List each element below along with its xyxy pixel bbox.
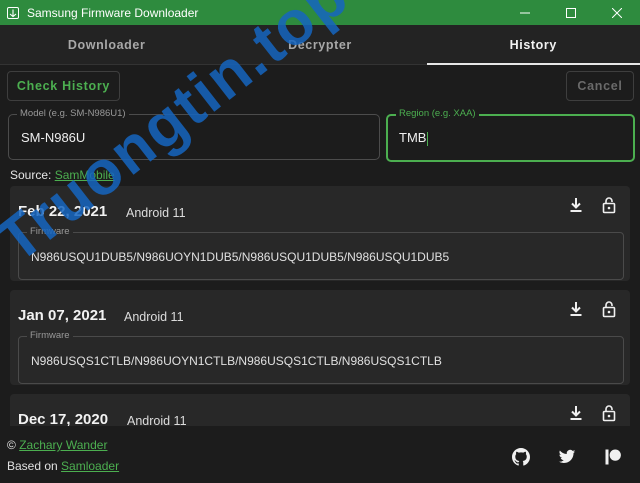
close-button[interactable]: [594, 0, 640, 25]
download-icon[interactable]: [567, 300, 585, 318]
android-version: Android 11: [127, 414, 187, 426]
twitter-icon[interactable]: [558, 448, 576, 466]
release-date: Dec 17, 2020: [18, 411, 109, 426]
based-on-line: Based on Samloader: [7, 459, 119, 473]
minimize-button[interactable]: [502, 0, 548, 25]
cancel-button[interactable]: Cancel: [566, 71, 634, 101]
window-title: Samsung Firmware Downloader: [27, 5, 199, 20]
text-caret: [427, 131, 429, 146]
firmware-field: Firmware N986USQU1DUB5/N986UOYN1DUB5/N98…: [18, 226, 624, 280]
firmware-label: Firmware: [27, 226, 73, 237]
decrypt-lock-icon[interactable]: [600, 300, 618, 318]
history-card: Jan 07, 2021 Android 11 Firmware N986USQ…: [10, 290, 630, 385]
tab-history[interactable]: History: [426, 25, 640, 65]
history-list: Feb 22, 2021 Android 11 Firmware N986USQ…: [10, 186, 630, 426]
firmware-label: Firmware: [27, 330, 73, 341]
close-icon: [612, 7, 622, 18]
check-history-button[interactable]: Check History: [7, 71, 120, 101]
source-link[interactable]: SamMobile: [55, 168, 115, 182]
maximize-button[interactable]: [548, 0, 594, 25]
decrypt-lock-icon[interactable]: [600, 404, 618, 422]
region-field-value[interactable]: TMB: [399, 130, 426, 145]
app-icon: [7, 6, 19, 19]
android-version: Android 11: [126, 206, 186, 220]
title-bar: Samsung Firmware Downloader: [0, 0, 640, 25]
github-icon[interactable]: [512, 448, 530, 466]
model-field-value[interactable]: SM-N986U: [21, 130, 85, 145]
tab-decrypter[interactable]: Decrypter: [213, 25, 426, 64]
download-icon[interactable]: [567, 196, 585, 214]
release-date: Feb 22, 2021: [18, 203, 108, 220]
tab-downloader[interactable]: Downloader: [0, 25, 213, 64]
copyright-line: © Zachary Wander: [7, 438, 107, 452]
samloader-link[interactable]: Samloader: [61, 459, 119, 473]
tab-bar: Downloader Decrypter History: [0, 25, 640, 65]
region-field[interactable]: Region (e.g. XAA) TMB: [386, 108, 635, 162]
source-line: Source: SamMobile: [10, 168, 115, 182]
android-version: Android 11: [124, 310, 184, 324]
release-date: Jan 07, 2021: [18, 307, 107, 324]
decrypt-lock-icon[interactable]: [600, 196, 618, 214]
history-card: Dec 17, 2020 Android 11: [10, 394, 630, 426]
region-field-value-wrap[interactable]: TMB: [399, 130, 429, 146]
footer: [0, 426, 640, 483]
model-field-label: Model (e.g. SM-N986U1): [17, 108, 129, 119]
source-prefix: Source:: [10, 168, 55, 182]
maximize-icon: [566, 7, 576, 18]
based-prefix: Based on: [7, 459, 62, 473]
copyright-prefix: ©: [7, 438, 20, 452]
model-field[interactable]: Model (e.g. SM-N986U1) SM-N986U: [8, 108, 380, 160]
download-icon[interactable]: [567, 404, 585, 422]
history-card: Feb 22, 2021 Android 11 Firmware N986USQ…: [10, 186, 630, 281]
firmware-value: N986USQU1DUB5/N986UOYN1DUB5/N986USQU1DUB…: [31, 250, 450, 264]
region-field-label: Region (e.g. XAA): [396, 108, 479, 119]
firmware-field: Firmware N986USQS1CTLB/N986UOYN1CTLB/N98…: [18, 330, 624, 384]
patreon-icon[interactable]: [604, 448, 622, 466]
minimize-icon: [520, 12, 530, 13]
firmware-value: N986USQS1CTLB/N986UOYN1CTLB/N986USQS1CTL…: [31, 354, 442, 368]
author-link[interactable]: Zachary Wander: [19, 438, 107, 452]
